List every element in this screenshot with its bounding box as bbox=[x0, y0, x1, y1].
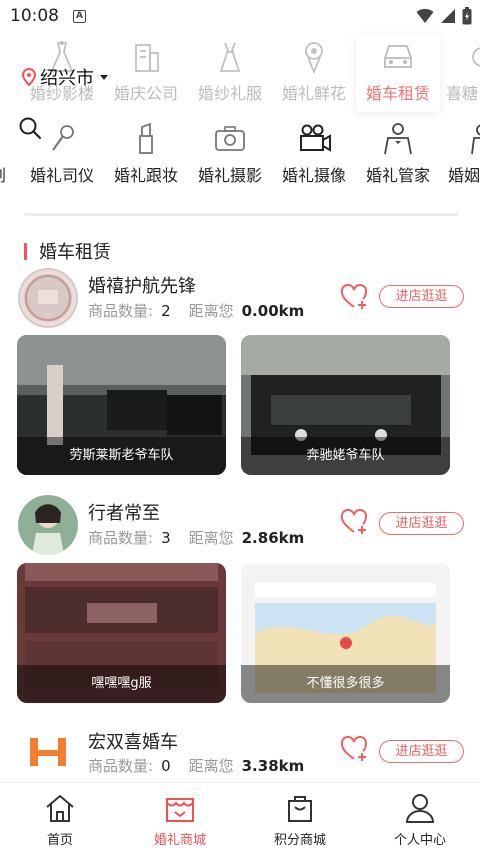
person-icon bbox=[471, 124, 480, 155]
count-value: 0 bbox=[161, 757, 171, 775]
car-icon bbox=[384, 45, 412, 68]
bag-icon bbox=[288, 796, 312, 822]
nav-label: 婚礼商城 bbox=[153, 833, 206, 848]
building-icon bbox=[135, 44, 159, 72]
visit-store-button[interactable]: 进店逛逛 bbox=[379, 512, 464, 535]
distance-value: 2.86km bbox=[241, 529, 305, 547]
visit-store-button[interactable]: 进店逛逛 bbox=[379, 285, 464, 308]
category-label: 婚礼摄像 bbox=[281, 166, 346, 185]
category-label: 喜糖 bbox=[446, 84, 479, 103]
nav-profile[interactable]: 个人中心 bbox=[360, 793, 480, 848]
category-label: 婚礼司仪 bbox=[29, 166, 94, 185]
bouquet-icon bbox=[305, 42, 323, 74]
shop-avatar bbox=[18, 722, 78, 782]
distance-value: 3.38km bbox=[241, 757, 305, 775]
category-wedding-car[interactable]: 婚车租赁 bbox=[356, 34, 440, 112]
category-label: 婚礼跟妆 bbox=[113, 166, 178, 185]
category-wedding-gown[interactable]: 婚纱礼服 bbox=[188, 40, 272, 106]
nav-label: 个人中心 bbox=[393, 833, 446, 848]
shop-avatar bbox=[18, 268, 78, 328]
category-wedding-candy[interactable]: 喜糖 bbox=[440, 40, 480, 106]
signal-icon bbox=[441, 9, 455, 23]
category-wedding-flowers[interactable]: 婚礼鲜花 bbox=[272, 40, 356, 106]
product-photo[interactable]: 奔驰姥爷车队 bbox=[241, 335, 450, 475]
butler-icon bbox=[384, 123, 412, 155]
gown-icon bbox=[219, 42, 241, 72]
divider bbox=[24, 213, 458, 216]
category-label: 婚庆公司 bbox=[113, 84, 178, 103]
shop-meta: 商品数量: 3 距离您 2.86km bbox=[88, 527, 304, 548]
chevron-down-icon bbox=[100, 74, 108, 80]
favorite-icon[interactable] bbox=[340, 509, 368, 535]
video-camera-icon bbox=[300, 124, 331, 152]
makeup-icon bbox=[139, 122, 153, 154]
count-value: 2 bbox=[161, 302, 171, 320]
shop-meta: 商品数量: 0 距离您 3.38km bbox=[88, 755, 304, 776]
section-title-text: 婚车租赁 bbox=[39, 242, 111, 263]
city-name: 绍兴市 bbox=[40, 68, 94, 89]
status-icons bbox=[416, 7, 472, 25]
candy-icon bbox=[472, 47, 480, 67]
category-wedding-company[interactable]: 婚庆公司 bbox=[104, 40, 188, 106]
user-icon bbox=[405, 794, 435, 823]
section-title: 婚车租赁 bbox=[24, 238, 111, 264]
distance-value: 0.00km bbox=[241, 302, 305, 320]
category-planning[interactable]: 划 bbox=[0, 122, 18, 188]
shop-name: 行者常至 bbox=[88, 503, 160, 524]
status-bar: 10:08 A bbox=[0, 0, 480, 34]
battery-icon bbox=[462, 7, 472, 25]
category-label: 婚礼鲜花 bbox=[281, 84, 346, 103]
category-makeup[interactable]: 婚礼跟妆 bbox=[104, 122, 188, 188]
nav-label: 首页 bbox=[46, 833, 73, 848]
category-label: 婚礼摄影 bbox=[197, 166, 262, 185]
nav-wedding-mall[interactable]: 婚礼商城 bbox=[120, 793, 240, 848]
visit-store-button[interactable]: 进店逛逛 bbox=[379, 740, 464, 763]
shop-name: 宏双喜婚车 bbox=[88, 732, 178, 753]
distance-label: 距离您 bbox=[188, 302, 234, 320]
category-label: 婚纱礼服 bbox=[197, 84, 262, 103]
section-marker bbox=[24, 242, 27, 260]
category-marriage[interactable]: 婚姻 bbox=[440, 122, 480, 188]
category-emcee[interactable]: 婚礼司仪 bbox=[20, 122, 104, 188]
count-label: 商品数量: bbox=[88, 529, 154, 547]
category-label: 婚车租赁 bbox=[365, 84, 430, 103]
category-label: 婚姻 bbox=[448, 166, 480, 185]
status-time: 10:08 bbox=[10, 6, 59, 26]
shop-icon bbox=[166, 798, 194, 822]
favorite-icon[interactable] bbox=[340, 736, 368, 762]
product-photo[interactable]: 劳斯莱斯老爷车队 bbox=[17, 335, 226, 475]
photo-caption: 不懂很多很多 bbox=[241, 665, 450, 703]
category-label: 婚礼管家 bbox=[365, 166, 430, 185]
category-photography[interactable]: 婚礼摄影 bbox=[188, 122, 272, 188]
category-row-secondary: 划 婚礼司仪 婚礼跟妆 婚礼摄影 婚礼摄像 婚礼管家 婚姻 bbox=[0, 122, 480, 188]
bottom-nav: 首页 婚礼商城 积分商城 个人中心 bbox=[0, 782, 480, 852]
nav-points-mall[interactable]: 积分商城 bbox=[240, 793, 360, 848]
distance-label: 距离您 bbox=[188, 529, 234, 547]
nav-label: 积分商城 bbox=[273, 833, 326, 848]
microphone-icon bbox=[52, 125, 74, 151]
photo-caption: 奔驰姥爷车队 bbox=[241, 437, 450, 475]
shop-meta: 商品数量: 2 距离您 0.00km bbox=[88, 300, 304, 321]
wifi-icon bbox=[416, 8, 434, 23]
nav-home[interactable]: 首页 bbox=[0, 793, 120, 848]
photo-caption: 劳斯莱斯老爷车队 bbox=[17, 437, 226, 475]
product-photo[interactable]: 嘿嘿嘿g服 bbox=[17, 563, 226, 703]
shop-avatar bbox=[18, 495, 78, 555]
product-photo[interactable]: 不懂很多很多 bbox=[241, 563, 450, 703]
distance-label: 距离您 bbox=[188, 757, 234, 775]
favorite-icon[interactable] bbox=[340, 284, 368, 310]
count-value: 3 bbox=[161, 529, 171, 547]
home-icon bbox=[46, 794, 74, 822]
photo-caption: 嘿嘿嘿g服 bbox=[17, 665, 226, 703]
notification-icon: A bbox=[73, 10, 86, 23]
count-label: 商品数量: bbox=[88, 302, 154, 320]
camera-icon bbox=[215, 126, 245, 151]
city-selector[interactable]: 绍兴市 bbox=[22, 64, 108, 90]
category-videography[interactable]: 婚礼摄像 bbox=[272, 122, 356, 188]
location-pin-icon bbox=[22, 68, 36, 86]
category-label: 划 bbox=[0, 162, 18, 186]
category-butler[interactable]: 婚礼管家 bbox=[356, 122, 440, 188]
shop-name: 婚禧护航先锋 bbox=[88, 276, 196, 297]
count-label: 商品数量: bbox=[88, 757, 154, 775]
